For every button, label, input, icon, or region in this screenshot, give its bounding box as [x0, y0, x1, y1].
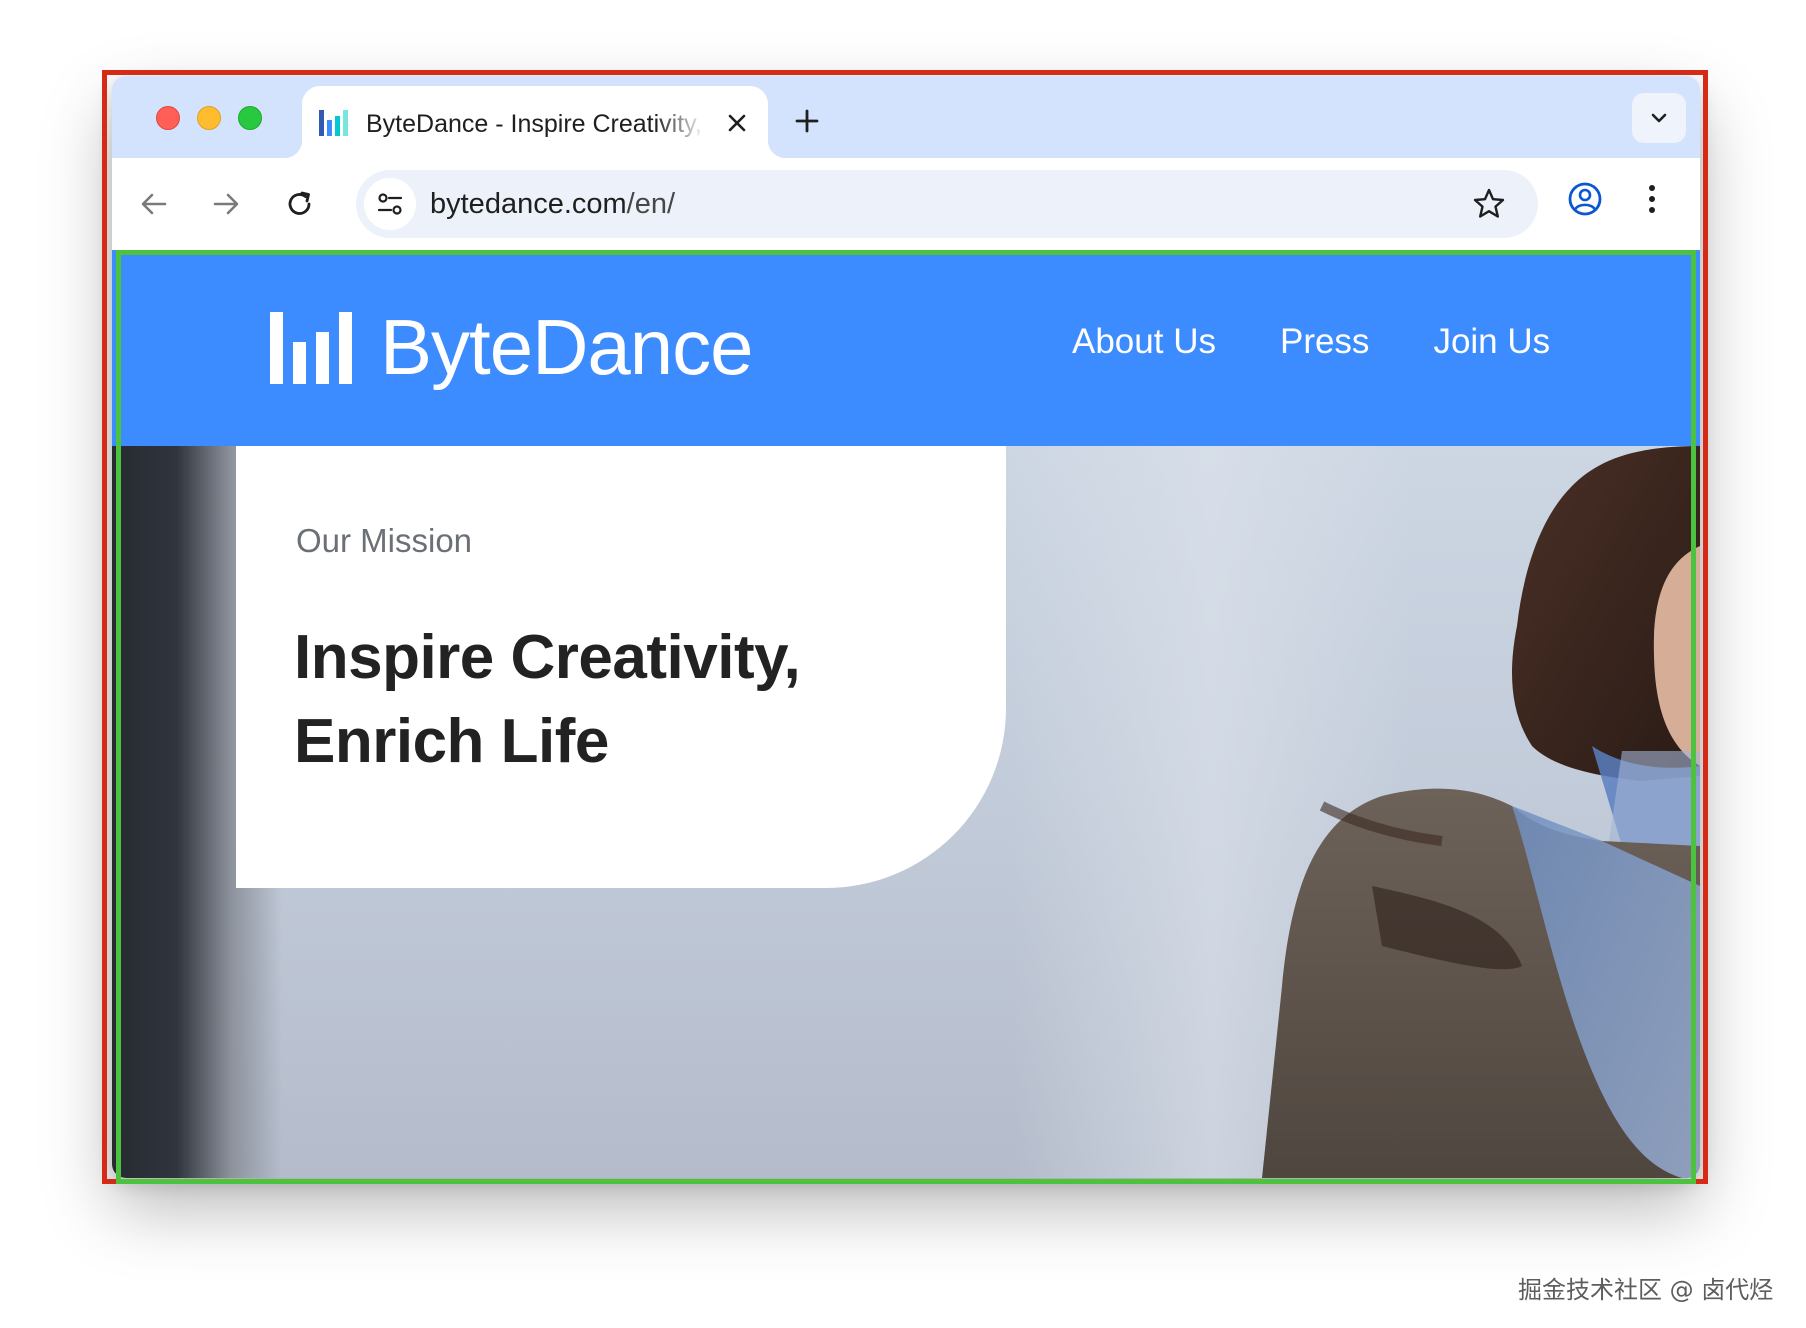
- site-nav: About Us Press Join Us: [1072, 322, 1550, 362]
- browser-toolbar: bytedance.com/en/: [112, 158, 1700, 250]
- tune-icon: [377, 193, 403, 215]
- watermark-text: 掘金技术社区 @ 卤代烃: [1518, 1276, 1774, 1304]
- brand-logo-link[interactable]: ByteDance: [268, 302, 754, 393]
- arrow-right-icon[interactable]: [208, 186, 244, 222]
- mission-title-line-2: Enrich Life: [294, 707, 609, 776]
- tab-search-button[interactable]: [1632, 93, 1686, 143]
- close-icon[interactable]: [722, 108, 752, 138]
- tab-bytedance[interactable]: ByteDance - Inspire Creativity, Enrich L…: [284, 86, 786, 158]
- url-host: bytedance.com: [430, 188, 627, 220]
- profile-icon[interactable]: [1566, 180, 1604, 218]
- url-path: /en/: [626, 188, 676, 220]
- url-text: bytedance.com/en/: [430, 188, 675, 221]
- mission-title-line-1: Inspire Creativity,: [294, 623, 801, 692]
- plus-icon[interactable]: [792, 106, 822, 136]
- site-header: ByteDance About Us Press Join Us: [112, 250, 1700, 446]
- bytedance-bars-logo: [270, 311, 352, 384]
- web-page: ByteDance About Us Press Join Us Our Mis…: [112, 250, 1700, 1178]
- star-icon[interactable]: [1471, 186, 1507, 222]
- nav-join-us[interactable]: Join Us: [1433, 322, 1550, 362]
- hero-person-image: [1262, 446, 1700, 1178]
- nav-press[interactable]: Press: [1280, 322, 1369, 362]
- bytedance-logo-icon: [319, 110, 348, 136]
- mission-card: Our Mission Inspire Creativity, Enrich L…: [236, 446, 1006, 888]
- brand-name: ByteDance: [380, 303, 754, 391]
- reload-icon[interactable]: [282, 186, 318, 222]
- mission-kicker: Our Mission: [296, 522, 473, 559]
- hero-section: Our Mission Inspire Creativity, Enrich L…: [112, 446, 1700, 1178]
- close-window-button[interactable]: [156, 106, 180, 130]
- more-vertical-icon[interactable]: [1644, 180, 1660, 220]
- minimize-window-button[interactable]: [197, 106, 221, 130]
- window-controls: [156, 106, 262, 130]
- zoom-window-button[interactable]: [238, 106, 262, 130]
- site-info-button[interactable]: [364, 178, 416, 230]
- tab-title: ByteDance - Inspire Creativity, Enrich L…: [366, 110, 706, 138]
- nav-about-us[interactable]: About Us: [1072, 322, 1216, 362]
- browser-window: ByteDance - Inspire Creativity, Enrich L…: [112, 76, 1700, 1178]
- chevron-down-icon: [1651, 113, 1667, 123]
- mission-title: Inspire Creativity, Enrich Life: [294, 616, 974, 784]
- arrow-left-icon[interactable]: [136, 186, 172, 222]
- address-bar[interactable]: bytedance.com/en/: [356, 170, 1538, 238]
